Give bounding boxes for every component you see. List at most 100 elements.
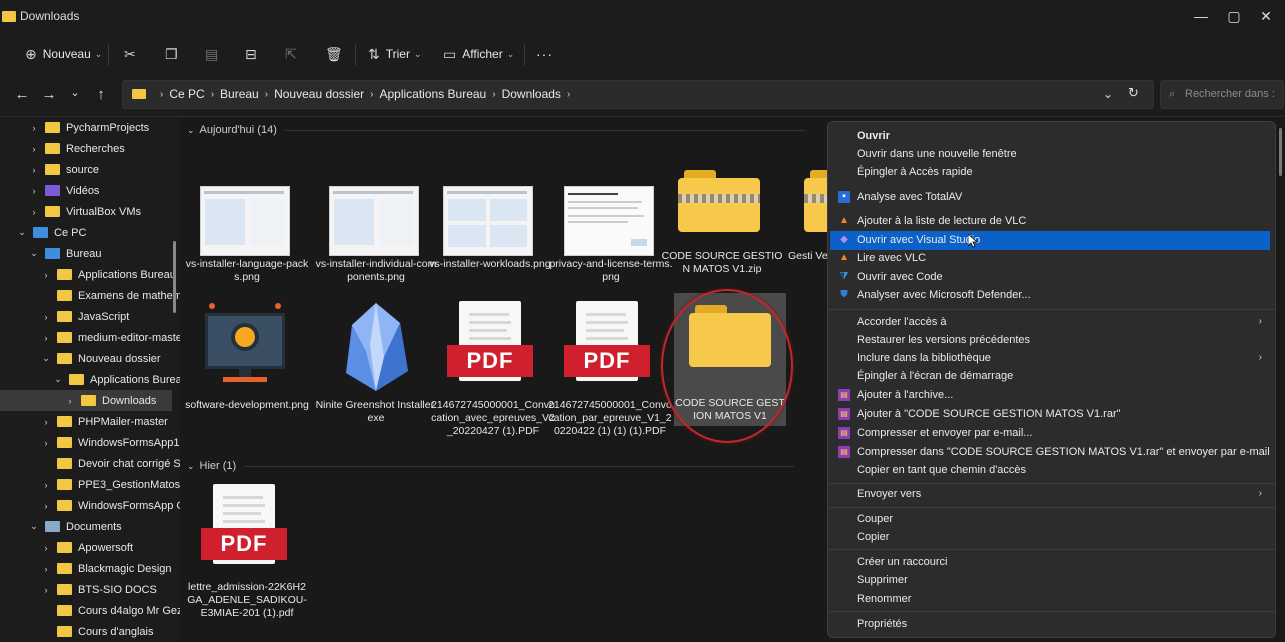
view-button[interactable]: ▭ Afficher ⌄ (443, 43, 514, 65)
up-arrow-icon[interactable]: ↑ (92, 86, 110, 103)
menu-item-open-new-window[interactable]: Ouvrir dans une nouvelle fenêtre (830, 145, 1270, 164)
sidebar-item-windowsformsapp-ge[interactable]: › WindowsFormsApp Ge (0, 495, 181, 516)
sidebar-item-blackmagic[interactable]: › Blackmagic Design (0, 558, 180, 579)
search-icon: ⌕ (1169, 88, 1176, 100)
menu-item-restore-versions[interactable]: Restaurer les versions précédentes (830, 331, 1270, 350)
sidebar-item-examens[interactable]: Examens de mathemat (0, 285, 180, 306)
file-item[interactable]: vs-installer-individual-components.png (314, 182, 438, 292)
sidebar-item-applications-bureau-2[interactable]: ⌄ Applications Bureau (0, 369, 180, 390)
sidebar-item-source[interactable]: › source (0, 159, 180, 180)
cut-button[interactable]: ✂ (124, 43, 142, 65)
sidebar-item-pycharmprojects[interactable]: › PycharmProjects (0, 117, 180, 138)
menu-item-add-archive[interactable]: ▤ Ajouter à l'archive... (830, 386, 1270, 405)
sidebar-item-devoir-chat[interactable]: Devoir chat corrigé Sac (0, 453, 180, 474)
sidebar-item-bts-sio[interactable]: › BTS-SIO DOCS (0, 579, 180, 600)
breadcrumb-item[interactable]: Applications Bureau (379, 87, 486, 101)
menu-item-create-shortcut[interactable]: Créer un raccourci (830, 553, 1270, 572)
file-item[interactable]: CODE SOURCE GESTION MATOS V1.zip (660, 156, 784, 292)
sidebar-item-ce-pc[interactable]: ⌄ Ce PC (0, 222, 180, 243)
sidebar-item-videos[interactable]: › Vidéos (0, 180, 180, 201)
menu-item-compress-email[interactable]: ▤ Compresser et envoyer par e-mail... (830, 424, 1270, 443)
share-button[interactable]: ⇱ (285, 43, 303, 65)
sidebar-item-cours-anglais[interactable]: Cours d'anglais (0, 621, 180, 642)
close-button[interactable]: ✕ (1256, 8, 1276, 25)
image-thumbnail (564, 186, 654, 256)
forward-arrow-icon[interactable]: → (40, 86, 58, 103)
sidebar-item-virtualbox-vms[interactable]: › VirtualBox VMs (0, 201, 180, 222)
menu-item-open-code[interactable]: ⧩ Ouvrir avec Code (830, 268, 1270, 287)
back-arrow-icon[interactable]: ← (13, 86, 31, 103)
sidebar-item-medium-editor[interactable]: › medium-editor-master (0, 327, 181, 348)
file-item[interactable]: vs-installer-workloads.png (428, 182, 552, 292)
menu-item-play-vlc[interactable]: ▲ Lire avec VLC (830, 249, 1270, 268)
file-item[interactable]: privacy-and-license-terms.png (549, 182, 673, 292)
minimize-button[interactable]: — (1191, 8, 1211, 24)
sidebar-item-nouveau-dossier[interactable]: ⌄ Nouveau dossier (0, 348, 180, 369)
menu-item-cut[interactable]: Couper (830, 510, 1270, 529)
paste-button[interactable]: ▤ (205, 43, 224, 65)
menu-item-open-visual-studio[interactable]: ◆ Ouvrir avec Visual Studio (830, 231, 1270, 250)
file-item[interactable]: Ninite Greenshot Installer.exe (314, 295, 438, 435)
menu-item-send-to[interactable]: Envoyer vers › (830, 485, 1270, 504)
breadcrumb-item[interactable]: Bureau (220, 87, 259, 101)
file-item[interactable]: PDF 214672745000001_Convocation_par_epre… (548, 295, 672, 437)
file-item[interactable]: PDF lettre_admission-22K6H2GA_ADENLE_SAD… (185, 478, 309, 638)
breadcrumb-item[interactable]: Ce PC (169, 87, 204, 101)
sidebar-item-label: Applications Bureau (90, 373, 180, 386)
sidebar-item-label: PPE3_GestionMatos_Dc (78, 478, 180, 491)
menu-item-properties[interactable]: Propriétés (830, 615, 1270, 634)
maximize-button[interactable]: ▢ (1224, 8, 1244, 25)
menu-item-vlc-playlist[interactable]: ▲ Ajouter à la liste de lecture de VLC (830, 212, 1270, 231)
sidebar-item-documents[interactable]: ⌄ Documents (0, 516, 180, 537)
new-button[interactable]: ⊕ Nouveau ⌄ (25, 43, 102, 65)
pdf-icon: PDF (564, 345, 650, 377)
file-item[interactable]: PDF 214672745000001_Convocation_avec_epr… (431, 295, 555, 437)
group-header-yesterday[interactable]: ⌄ Hier (1) (187, 460, 795, 472)
menu-item-pin-quick-access[interactable]: Épingler à Accès rapide (830, 163, 1270, 182)
file-item[interactable]: software-development.png (185, 295, 309, 435)
menu-item-add-rar[interactable]: ▤ Ajouter à "CODE SOURCE GESTION MATOS V1… (830, 405, 1270, 424)
refresh-icon[interactable]: ↻ (1128, 85, 1139, 101)
file-item[interactable]: vs-installer-language-packs.png (185, 182, 309, 292)
menu-item-delete[interactable]: Supprimer (830, 571, 1270, 590)
copy-button[interactable]: ❐ (165, 43, 184, 65)
menu-item-copy[interactable]: Copier (830, 528, 1270, 547)
documents-icon (45, 521, 60, 532)
sidebar-scrollbar[interactable] (173, 241, 176, 313)
menu-item-copy-path[interactable]: Copier en tant que chemin d'accès (830, 461, 1270, 480)
sidebar-item-phpmailer[interactable]: › PHPMailer-master (0, 411, 180, 432)
sidebar-item-windowsformsapp1[interactable]: › WindowsFormsApp1 (0, 432, 180, 453)
sidebar-item-recherches[interactable]: › Recherches (0, 138, 180, 159)
sidebar-item-downloads[interactable]: › Downloads (0, 390, 172, 411)
breadcrumb-item[interactable]: Nouveau dossier (274, 87, 364, 101)
menu-item-include-library[interactable]: Inclure dans la bibliothèque › (830, 349, 1270, 368)
menu-item-pin-start[interactable]: Épingler à l'écran de démarrage (830, 367, 1270, 386)
sidebar-item-cours-algo[interactable]: Cours d4algo Mr Gez (0, 600, 180, 621)
sidebar-item-bureau[interactable]: ⌄ Bureau (0, 243, 180, 264)
sidebar-item-javascript[interactable]: › JavaScript (0, 306, 180, 327)
recent-locations-icon[interactable]: ⌄ (66, 86, 84, 99)
address-bar[interactable]: › Ce PC › Bureau › Nouveau dossier › App… (122, 80, 1154, 109)
rename-button[interactable]: ⊟ (245, 43, 263, 65)
menu-item-grant-access[interactable]: Accorder l'accès à › (830, 313, 1270, 332)
menu-item-defender[interactable]: ⛊ Analyser avec Microsoft Defender... (830, 286, 1270, 305)
sidebar-item-apowersoft[interactable]: › Apowersoft (0, 537, 180, 558)
folder-icon (57, 332, 72, 343)
sidebar-item-label: Devoir chat corrigé Sac (78, 457, 180, 470)
content-scrollbar[interactable] (1279, 128, 1282, 176)
file-item[interactable]: Gesti Versio (770, 156, 828, 292)
menu-item-compress-rar-email[interactable]: ▤ Compresser dans "CODE SOURCE GESTION MA… (830, 443, 1270, 462)
sidebar-item-applications-bureau[interactable]: › Applications Bureau (0, 264, 180, 285)
menu-item-rename[interactable]: Renommer (830, 590, 1270, 609)
sidebar-item-ppe3[interactable]: › PPE3_GestionMatos_Dc (0, 474, 181, 495)
chevron-down-icon: ⌄ (54, 374, 62, 384)
more-options-button[interactable]: ··· (536, 43, 553, 65)
menu-item-open[interactable]: Ouvrir (830, 127, 1270, 146)
breadcrumb-item[interactable]: Downloads (502, 87, 561, 101)
group-header-today[interactable]: ⌄ Aujourd'hui (14) (187, 124, 805, 136)
delete-button[interactable]: 🗑 (325, 43, 349, 65)
sort-button[interactable]: ⇅ Trier ⌄ (368, 43, 422, 65)
menu-item-totalav[interactable]: ▪ Analyse avec TotalAV (830, 188, 1270, 207)
address-history-icon[interactable]: ⌄ (1103, 87, 1113, 101)
search-input[interactable]: ⌕ Rechercher dans : (1160, 80, 1284, 109)
